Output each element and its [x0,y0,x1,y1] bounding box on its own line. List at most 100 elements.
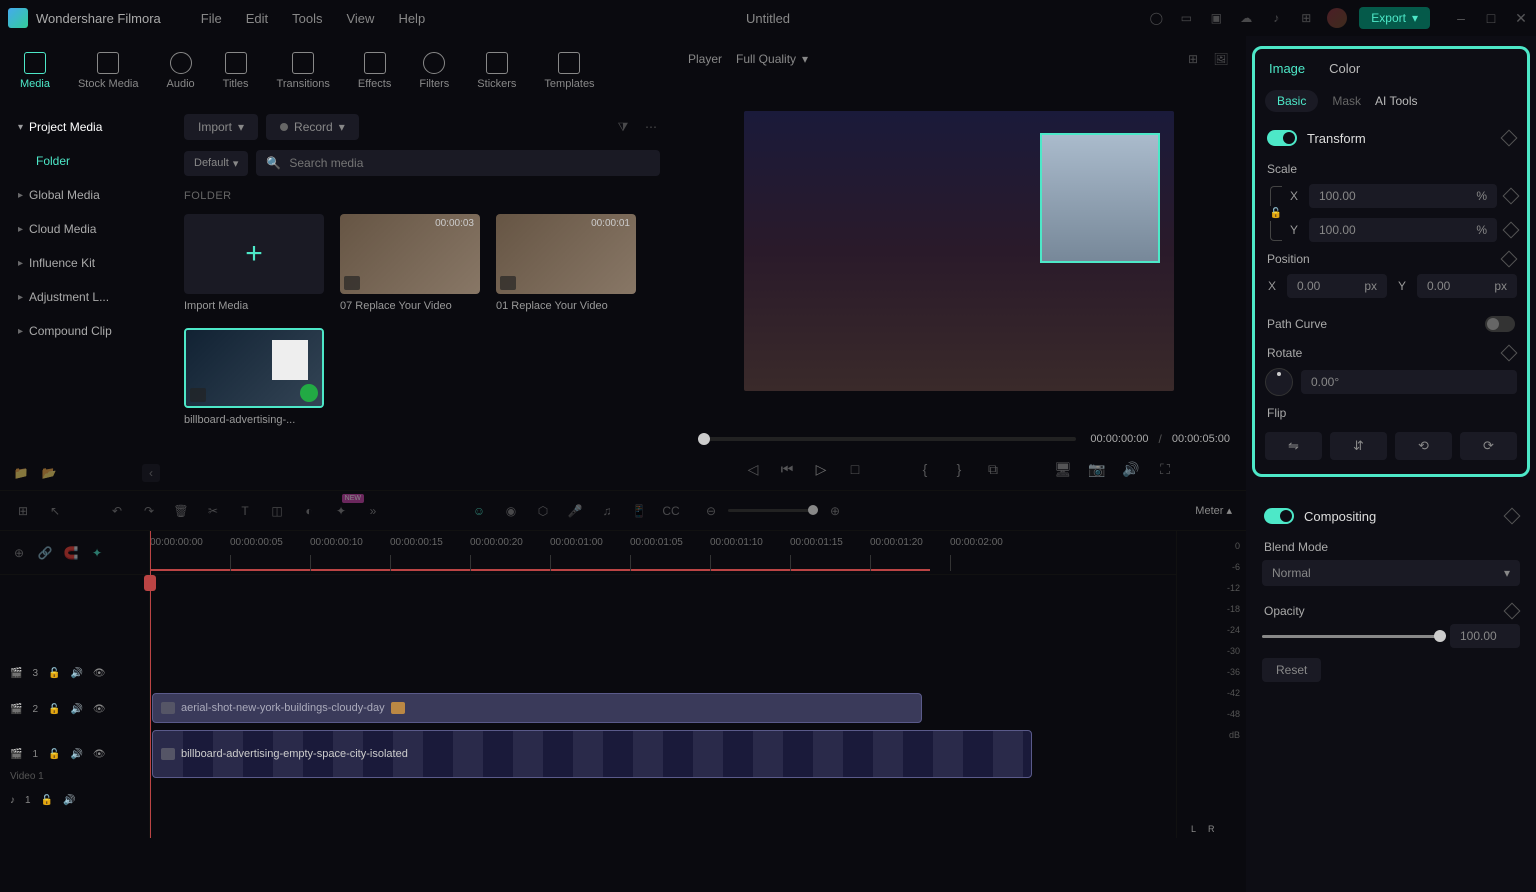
transform-toggle[interactable] [1267,130,1297,146]
zoom-slider[interactable] [728,509,818,512]
user-avatar[interactable] [1327,8,1347,28]
step-back-button[interactable]: ⏮ [778,460,796,478]
close-button[interactable]: ✕ [1514,11,1528,25]
tab-stock-media[interactable]: Stock Media [74,44,143,98]
tab-effects[interactable]: Effects [354,44,395,98]
auto-icon[interactable]: ✦ [88,544,106,562]
magnet-icon[interactable]: 🧲 [62,544,80,562]
zoom-out-button[interactable]: ⊖ [702,502,720,520]
keyframe-icon[interactable] [1501,345,1518,362]
more-tools-icon[interactable]: » [364,502,382,520]
link-icon[interactable]: 🔗 [36,544,54,562]
caption-icon[interactable]: CC [662,502,680,520]
add-track-icon[interactable]: ⊕ [10,544,28,562]
volume-button[interactable]: 🔊 [1122,460,1140,478]
keyframe-icon[interactable] [1501,251,1518,268]
menu-edit[interactable]: Edit [246,11,268,26]
quality-dropdown[interactable]: Full Quality▾ [736,52,808,66]
rotate-input[interactable]: 0.00° [1301,370,1517,394]
picture-icon[interactable]: 🖼 [1212,50,1230,68]
track-header-audio[interactable]: ♪1🔓🔊 [0,782,149,818]
tab-transitions[interactable]: Transitions [273,44,334,98]
search-field[interactable] [289,156,650,170]
color-icon[interactable]: ◐ [300,502,318,520]
link-scale-icon[interactable]: 🔓 [1270,208,1282,219]
menu-view[interactable]: View [346,11,374,26]
record-tl-icon[interactable]: ◉ [502,502,520,520]
cloud-icon[interactable]: ☁ [1237,9,1255,27]
flip-vertical-button[interactable]: ⇵ [1330,432,1387,460]
timeline-clip[interactable]: aerial-shot-new-york-buildings-cloudy-da… [152,693,922,723]
rotate-ccw-button[interactable]: ⟲ [1395,432,1452,460]
flip-horizontal-button[interactable]: ⇋ [1265,432,1322,460]
prev-frame-button[interactable]: ◁ [744,460,762,478]
position-y-input[interactable]: 0.00px [1417,274,1517,298]
crop-tool-icon[interactable]: ◫ [268,502,286,520]
media-item[interactable]: 00:00:03 07 Replace Your Video [340,214,480,312]
scale-x-input[interactable]: 100.00% [1309,184,1497,208]
track-header[interactable]: 🎬2🔓🔊👁 [0,691,149,727]
sidebar-item-compound-clip[interactable]: ▸Compound Clip [0,314,172,348]
undo-button[interactable]: ↶ [108,502,126,520]
face-icon[interactable]: ☺ [470,502,488,520]
meter-toggle[interactable]: Meter ▴ [1195,504,1232,517]
filter-icon[interactable]: ⧩ [614,118,632,136]
eye-icon[interactable]: 👁 [93,704,106,715]
mark-out-button[interactable]: } [950,460,968,478]
layout-icon[interactable]: ⊞ [14,502,32,520]
more-icon[interactable]: ⋯ [642,118,660,136]
snapshot-button[interactable]: 📷 [1088,460,1106,478]
subtab-basic[interactable]: Basic [1265,90,1318,112]
screen-icon[interactable]: ▭ [1177,9,1195,27]
zoom-in-button[interactable]: ⊕ [826,502,844,520]
compositing-toggle[interactable] [1264,508,1294,524]
opacity-slider[interactable] [1262,635,1440,638]
minimize-button[interactable]: – [1454,11,1468,25]
selection-overlay[interactable] [1040,133,1160,263]
eye-icon[interactable]: 👁 [93,668,106,679]
tab-media[interactable]: Media [16,44,54,98]
sidebar-item-adjustment-layer[interactable]: ▸Adjustment L... [0,280,172,314]
timeline-canvas[interactable]: 00:00:00:00 00:00:00:05 00:00:00:10 00:0… [150,531,1176,838]
headphones-icon[interactable]: ♪ [1267,9,1285,27]
record-button[interactable]: Record▾ [266,114,359,140]
keyframe-icon[interactable] [1504,603,1521,620]
scrub-bar[interactable] [698,437,1076,441]
eye-icon[interactable]: 👁 [93,749,106,760]
lock-icon[interactable]: 🔓 [48,749,60,760]
keyframe-icon[interactable] [1503,188,1520,205]
search-input[interactable]: 🔍 [256,150,660,176]
mute-icon[interactable]: 🔊 [70,704,82,715]
new-bin-icon[interactable]: 📂 [40,464,58,482]
media-item-selected[interactable]: billboard-advertising-... [184,328,324,426]
media-item-import[interactable]: + Import Media [184,214,324,312]
tab-stickers[interactable]: Stickers [473,44,520,98]
redo-button[interactable]: ↷ [140,502,158,520]
device-icon[interactable]: 📱 [630,502,648,520]
rotate-cw-button[interactable]: ⟳ [1460,432,1517,460]
music-icon[interactable]: ♫ [598,502,616,520]
ai-tool-icon[interactable]: ✦ [332,502,350,520]
lock-icon[interactable]: 🔓 [48,704,60,715]
sidebar-item-project-media[interactable]: ▾Project Media [0,110,172,144]
keyframe-icon[interactable] [1503,222,1520,239]
marker-icon[interactable]: ⬡ [534,502,552,520]
display-icon[interactable]: 🖥 [1054,460,1072,478]
track-header[interactable]: 🎬3🔓🔊👁 [0,655,149,691]
crop-icon[interactable]: ⧉ [984,460,1002,478]
keyframe-icon[interactable] [1504,508,1521,525]
subtab-ai-tools[interactable]: AI Tools [1375,94,1417,108]
keyframe-icon[interactable] [1501,130,1518,147]
mute-icon[interactable]: 🔊 [70,749,82,760]
text-icon[interactable]: T [236,502,254,520]
delete-button[interactable]: 🗑 [172,502,190,520]
split-button[interactable]: ✂ [204,502,222,520]
tab-titles[interactable]: Titles [219,44,253,98]
new-folder-icon[interactable]: 📁 [12,464,30,482]
fullscreen-button[interactable]: ⛶ [1156,460,1174,478]
menu-file[interactable]: File [201,11,222,26]
timeline-clip[interactable]: billboard-advertising-empty-space-city-i… [152,730,1032,778]
menu-tools[interactable]: Tools [292,11,322,26]
sidebar-item-cloud-media[interactable]: ▸Cloud Media [0,212,172,246]
pointer-icon[interactable]: ↖ [46,502,64,520]
